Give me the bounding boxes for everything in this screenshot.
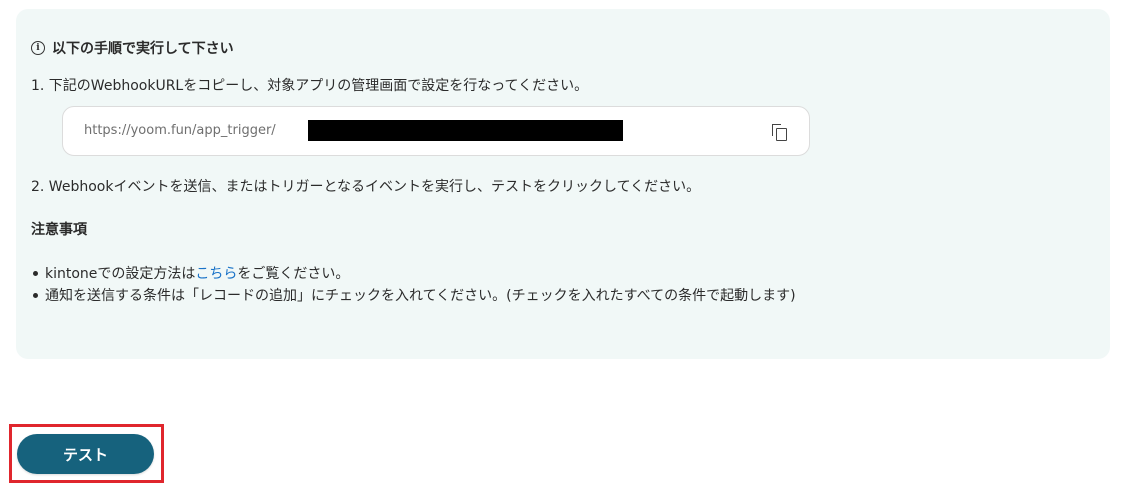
note-2-text: 通知を送信する条件は「レコードの追加」にチェックを入れてください。(チェックを入… — [45, 288, 796, 304]
instructions-heading: i 以下の手順で実行して下さい — [31, 38, 234, 58]
bullet-icon — [33, 292, 38, 298]
setup-guide-link[interactable]: こちら — [195, 263, 237, 283]
redacted-url-token — [308, 120, 623, 141]
bullet-icon — [33, 270, 38, 276]
copy-icon[interactable] — [771, 123, 791, 143]
notes-title: 注意事項 — [31, 222, 87, 238]
webhook-url-field[interactable]: https://yoom.fun/app_trigger/ — [62, 106, 810, 156]
notes-list: kintoneでの設定方法は こちら をご覧ください。 通知を送信する条件は「レコー… — [31, 262, 796, 306]
webhook-url-text[interactable]: https://yoom.fun/app_trigger/ — [84, 123, 276, 138]
note-1-before: kintoneでの設定方法は — [45, 266, 196, 282]
step-2-text: 2. Webhookイベントを送信、またはトリガーとなるイベントを実行し、テスト… — [31, 179, 701, 195]
note-1-after: をご覧ください。 — [237, 266, 350, 282]
list-item: kintoneでの設定方法は こちら をご覧ください。 — [31, 262, 796, 284]
instructions-heading-text: 以下の手順で実行して下さい — [52, 41, 234, 57]
info-icon: i — [31, 41, 45, 55]
test-button[interactable]: テスト — [17, 434, 154, 474]
list-item: 通知を送信する条件は「レコードの追加」にチェックを入れてください。(チェックを入… — [31, 284, 796, 306]
step-1-text: 1. 下記のWebhookURLをコピーし、対象アプリの管理画面で設定を行なって… — [31, 78, 589, 94]
